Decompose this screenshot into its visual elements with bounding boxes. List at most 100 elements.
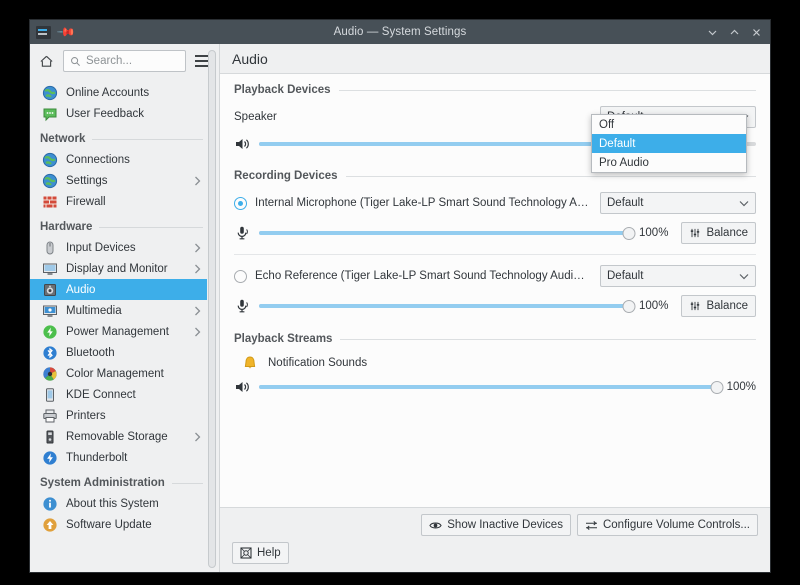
recording-volume-slider[interactable] bbox=[259, 225, 636, 241]
main-content: Playback Devices Speaker Default bbox=[220, 74, 770, 507]
sidebar-item-label: About this System bbox=[66, 497, 159, 510]
sidebar-item-settings[interactable]: Settings bbox=[30, 170, 207, 191]
sidebar-scrollbar[interactable] bbox=[208, 50, 216, 568]
recording-device-name: Internal Microphone (Tiger Lake-LP Smart… bbox=[255, 197, 600, 209]
mouse-icon bbox=[42, 240, 58, 256]
system-settings-window: 📌 Audio — System Settings Search... Onli… bbox=[30, 20, 770, 572]
section-rule bbox=[340, 338, 756, 340]
configure-volume-controls-button[interactable]: Configure Volume Controls... bbox=[576, 514, 758, 536]
sliders-icon bbox=[585, 520, 598, 531]
sidebar-item-label: User Feedback bbox=[66, 107, 144, 120]
balance-sliders-icon bbox=[689, 227, 701, 239]
main-header: Audio bbox=[220, 44, 770, 74]
dropdown-option-off[interactable]: Off bbox=[592, 115, 746, 134]
sidebar-item-label: Input Devices bbox=[66, 241, 136, 254]
maximize-icon[interactable] bbox=[729, 27, 740, 38]
sidebar-item-software-update[interactable]: Software Update bbox=[30, 514, 207, 535]
sidebar-item-bluetooth[interactable]: Bluetooth bbox=[30, 342, 207, 363]
stream-header-row: Notification Sounds bbox=[234, 355, 756, 371]
section-title: Playback Streams bbox=[234, 333, 333, 345]
balance-label: Balance bbox=[706, 227, 748, 239]
playback-device-name: Speaker bbox=[234, 111, 277, 123]
sidebar-group-rule bbox=[99, 226, 203, 228]
list-divider bbox=[234, 254, 756, 255]
volume-medium-icon[interactable] bbox=[234, 379, 250, 395]
section-rule bbox=[338, 89, 756, 91]
phone-icon bbox=[42, 387, 58, 403]
dropdown-option-pro-audio[interactable]: Pro Audio bbox=[592, 153, 746, 172]
sidebar-item-user-feedback[interactable]: User Feedback bbox=[30, 103, 207, 124]
sidebar-item-input-devices[interactable]: Input Devices bbox=[30, 237, 207, 258]
sidebar-item-display-and-monitor[interactable]: Display and Monitor bbox=[30, 258, 207, 279]
sidebar-item-label: KDE Connect bbox=[66, 388, 136, 401]
slider-fill bbox=[259, 142, 617, 146]
sidebar-item-power-management[interactable]: Power Management bbox=[30, 321, 207, 342]
sidebar-nav[interactable]: Online Accounts User Feedback Network Conne… bbox=[30, 78, 219, 572]
recording-volume-label: 100% bbox=[639, 300, 669, 312]
recording-volume-slider[interactable] bbox=[259, 298, 636, 314]
sidebar-item-color-management[interactable]: Color Management bbox=[30, 363, 207, 384]
help-button[interactable]: Help bbox=[232, 542, 289, 564]
recording-device-radio[interactable] bbox=[234, 269, 247, 283]
globe-icon bbox=[42, 85, 58, 101]
search-placeholder: Search... bbox=[86, 55, 133, 67]
main-panel: Audio Playback Devices Speaker Default bbox=[220, 44, 770, 572]
sidebar-scrollbar-thumb[interactable] bbox=[208, 50, 216, 568]
balance-button[interactable]: Balance bbox=[681, 295, 756, 317]
sidebar-group-label: Hardware bbox=[40, 221, 93, 233]
balance-label: Balance bbox=[706, 300, 748, 312]
search-input[interactable]: Search... bbox=[63, 50, 186, 72]
microphone-icon[interactable] bbox=[234, 225, 250, 241]
slider-handle[interactable] bbox=[622, 226, 636, 240]
sidebar-item-printers[interactable]: Printers bbox=[30, 405, 207, 426]
minimize-icon[interactable] bbox=[707, 27, 718, 38]
chevron-right-icon bbox=[194, 264, 201, 274]
window-controls bbox=[707, 27, 764, 38]
sidebar-item-about-this-system[interactable]: About this System bbox=[30, 493, 207, 514]
close-icon[interactable] bbox=[751, 27, 762, 38]
recording-device-radio[interactable] bbox=[234, 196, 247, 210]
stream-name: Notification Sounds bbox=[268, 357, 368, 369]
sidebar-item-kde-connect[interactable]: KDE Connect bbox=[30, 384, 207, 405]
sidebar-item-online-accounts[interactable]: Online Accounts bbox=[30, 82, 207, 103]
sidebar-item-label: Connections bbox=[66, 153, 130, 166]
sidebar-item-connections[interactable]: Connections bbox=[30, 149, 207, 170]
sidebar-item-multimedia[interactable]: Multimedia bbox=[30, 300, 207, 321]
sidebar-group-label: System Administration bbox=[40, 477, 165, 489]
microphone-icon[interactable] bbox=[234, 298, 250, 314]
sidebar-item-audio[interactable]: Audio bbox=[30, 279, 207, 300]
stream-volume-slider[interactable] bbox=[259, 379, 724, 395]
sidebar: Search... Online Accounts User Feedback Ne… bbox=[30, 44, 220, 572]
bell-icon bbox=[242, 355, 258, 371]
recording-port-combobox[interactable]: Default bbox=[600, 192, 756, 214]
window-title: Audio — System Settings bbox=[333, 26, 467, 38]
sidebar-item-thunderbolt[interactable]: Thunderbolt bbox=[30, 447, 207, 468]
recording-device-name: Echo Reference (Tiger Lake-LP Smart Soun… bbox=[255, 270, 600, 282]
multimedia-icon bbox=[42, 303, 58, 319]
volume-medium-icon[interactable] bbox=[234, 136, 250, 152]
section-title: Playback Devices bbox=[234, 84, 331, 96]
globe-icon bbox=[42, 152, 58, 168]
window-body: Search... Online Accounts User Feedback Ne… bbox=[30, 44, 770, 572]
sidebar-item-label: Firewall bbox=[66, 195, 106, 208]
dropdown-option-default[interactable]: Default bbox=[592, 134, 746, 153]
sidebar-item-firewall[interactable]: Firewall bbox=[30, 191, 207, 212]
configure-volume-controls-label: Configure Volume Controls... bbox=[602, 519, 750, 531]
sidebar-item-removable-storage[interactable]: Removable Storage bbox=[30, 426, 207, 447]
firewall-icon bbox=[42, 194, 58, 210]
help-label: Help bbox=[257, 547, 281, 559]
color-wheel-icon bbox=[42, 366, 58, 382]
home-icon[interactable] bbox=[35, 50, 57, 72]
thunderbolt-icon bbox=[42, 450, 58, 466]
slider-handle[interactable] bbox=[710, 380, 724, 394]
slider-handle[interactable] bbox=[622, 299, 636, 313]
sidebar-item-label: Settings bbox=[66, 174, 108, 187]
show-inactive-devices-button[interactable]: Show Inactive Devices bbox=[421, 514, 571, 536]
help-icon bbox=[240, 547, 252, 559]
update-icon bbox=[42, 517, 58, 533]
playback-port-dropdown-popup[interactable]: Off Default Pro Audio bbox=[591, 114, 747, 173]
keep-above-icon[interactable]: 📌 bbox=[56, 22, 76, 42]
recording-port-combobox[interactable]: Default bbox=[600, 265, 756, 287]
window-titlebar[interactable]: 📌 Audio — System Settings bbox=[30, 20, 770, 44]
balance-button[interactable]: Balance bbox=[681, 222, 756, 244]
